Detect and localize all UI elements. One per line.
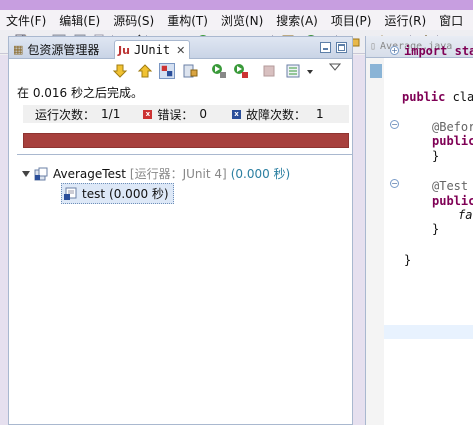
code-line-6: @Test	[432, 179, 469, 193]
test-history-icon[interactable]	[285, 63, 301, 79]
junit-view-toolbar	[9, 60, 352, 82]
menu-window[interactable]: 窗口	[439, 12, 463, 29]
show-failures-only-icon[interactable]	[159, 63, 175, 79]
history-dropdown-arrow-icon[interactable]	[307, 70, 313, 74]
next-failure-icon[interactable]	[112, 63, 128, 79]
code-line-9: }	[432, 222, 440, 236]
tab-package-explorer[interactable]: ▦ 包资源管理器	[13, 40, 99, 59]
status-message: 在 0.016 秒之后完成。	[17, 86, 143, 100]
tree-row-test[interactable]: test (0.000 秒)	[61, 183, 174, 204]
code-line-3: @Befor	[432, 120, 473, 134]
test-tree: AverageTest [运行器：JUnit 4] (0.000 秒) test…	[17, 154, 352, 374]
menu-edit[interactable]: 编辑(E)	[59, 12, 100, 29]
scroll-lock-icon[interactable]	[182, 63, 198, 79]
code-line-5: }	[432, 149, 440, 163]
test-suite-failure-icon	[34, 167, 48, 180]
previous-failure-icon[interactable]	[137, 63, 153, 79]
view-tab-bar: ▦ 包资源管理器 Ju JUnit ✕	[9, 37, 352, 59]
menu-navigate[interactable]: 浏览(N)	[221, 12, 263, 29]
errors-label: 错误：	[157, 107, 194, 122]
rerun-failed-first-icon[interactable]	[233, 63, 249, 79]
code-line-10: }	[404, 253, 412, 267]
package-explorer-icon: ▦	[13, 43, 24, 56]
stop-icon[interactable]	[261, 63, 277, 79]
test-progress-bar	[23, 133, 349, 148]
errors-value: 0	[199, 107, 207, 121]
test-time: (0.000 秒)	[109, 187, 169, 201]
menu-refactor[interactable]: 重构(T)	[167, 12, 208, 29]
junit-icon: Ju	[118, 43, 130, 57]
menu-run[interactable]: 运行(R)	[384, 12, 426, 29]
junit-view: ▦ 包资源管理器 Ju JUnit ✕ 在 0.016 秒之后完成。 运行次数：…	[8, 36, 353, 425]
suite-runner: [运行器：JUnit 4]	[129, 167, 227, 181]
java-file-icon: ▯	[370, 41, 377, 52]
failures-label: 故障次数：	[245, 107, 306, 122]
runs-value: 1/1	[101, 107, 121, 121]
current-line-highlight	[384, 325, 473, 339]
error-icon: x	[143, 109, 153, 119]
runs-label: 运行次数：	[35, 107, 96, 122]
code-line-2: public cla	[402, 90, 473, 104]
rerun-test-icon[interactable]	[211, 63, 227, 79]
tab-package-explorer-label: 包资源管理器	[27, 43, 100, 57]
menu-project[interactable]: 项目(P)	[331, 12, 372, 29]
fold-collapse-icon[interactable]: −	[390, 179, 399, 188]
close-icon[interactable]: ✕	[176, 44, 185, 57]
code-line-1: import sta	[404, 44, 473, 58]
fold-expand-icon[interactable]: +	[390, 46, 399, 55]
fold-collapse-icon[interactable]: −	[390, 120, 399, 129]
failure-icon: x	[231, 109, 241, 119]
menu-file[interactable]: 文件(F)	[6, 12, 46, 29]
quick-diff-marker	[370, 64, 382, 78]
tree-row-suite[interactable]: AverageTest [运行器：JUnit 4] (0.000 秒)	[22, 165, 290, 182]
failures-value: 1	[316, 107, 324, 121]
suite-time: (0.000 秒)	[230, 167, 291, 181]
code-line-8: fa	[458, 208, 473, 222]
test-failure-icon	[64, 187, 77, 200]
maximize-icon[interactable]	[336, 42, 347, 53]
expand-toggle-icon[interactable]	[22, 170, 30, 177]
menu-search[interactable]: 搜索(A)	[276, 12, 318, 29]
minimize-icon[interactable]	[320, 42, 331, 53]
view-menu-icon[interactable]	[329, 62, 341, 72]
test-counters: 运行次数： 1/1 x 错误： 0 x 故障次数： 1	[23, 105, 349, 123]
code-line-7: public	[432, 194, 473, 208]
editor-gutter	[366, 58, 384, 425]
tab-junit[interactable]: Ju JUnit ✕	[114, 40, 191, 59]
test-name: test	[82, 186, 106, 201]
code-line-4: public	[432, 134, 473, 148]
menu-source[interactable]: 源码(S)	[113, 12, 154, 29]
tab-junit-label: JUnit	[133, 43, 171, 57]
menu-bar: 文件(F) 编辑(E) 源码(S) 重构(T) 浏览(N) 搜索(A) 项目(P…	[0, 10, 473, 30]
java-editor: ▯ Average.java + import sta public cla −…	[365, 36, 473, 425]
suite-name: AverageTest	[53, 166, 126, 181]
window-title-bar	[0, 0, 473, 10]
